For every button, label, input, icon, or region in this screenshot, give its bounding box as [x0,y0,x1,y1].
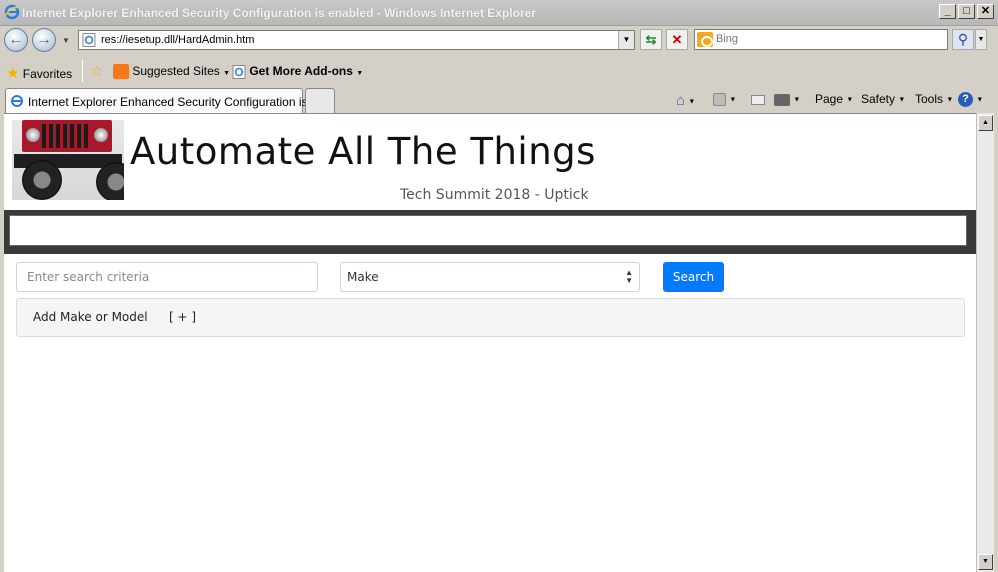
address-dropdown-button[interactable]: ▼ [618,31,634,49]
search-go-button[interactable]: ⚲ [952,29,974,50]
safety-menu[interactable]: Safety ▼ [861,92,905,106]
tab-ie-icon [11,95,23,107]
page-viewport: Automate All The Things Tech Summit 2018… [4,113,976,572]
safety-menu-label: Safety [861,92,896,106]
tab-strip: Internet Explorer Enhanced Security Conf… [0,86,998,113]
select-arrows-icon: ▲ ▼ [625,268,633,285]
suggested-sites-label: Suggested Sites [132,64,220,78]
close-button[interactable]: ✕ [977,4,994,19]
search-button[interactable]: Search [663,262,724,292]
add-favorite-icon: ☆ [90,63,104,80]
back-arrow-icon: ← [8,31,24,48]
ie-logo-icon [4,4,20,20]
jeep-wheel-right [96,162,124,200]
page-menu[interactable]: Page ▼ [815,92,853,106]
jeep-wheel-left [22,160,62,200]
make-select[interactable]: Make ▲ ▼ [340,262,640,292]
make-select-value: Make [347,270,379,284]
bing-search-box[interactable] [694,29,948,50]
favorites-button[interactable]: ★ Favorites [6,64,72,82]
maximize-button[interactable]: □ [958,4,975,19]
home-icon: ⌂ [676,92,686,109]
tab-active[interactable]: Internet Explorer Enhanced Security Conf… [5,88,321,113]
window-title-bar[interactable]: Internet Explorer Enhanced Security Conf… [0,0,998,26]
add-make-model-toggle[interactable]: [ + ] [169,310,196,324]
bing-search-input[interactable] [716,33,936,45]
jeep-headlight-left [26,128,40,142]
forward-arrow-icon: → [36,31,52,48]
refresh-icon: ⇆ [645,32,657,47]
print-button[interactable]: ▼ [774,92,800,106]
window-title: Internet Explorer Enhanced Security Conf… [22,6,536,20]
suggested-sites-icon [113,64,129,80]
help-icon: ? [958,92,973,108]
site-title: Automate All The Things [130,130,596,173]
magnifier-icon: ⚲ [957,31,969,47]
get-addons-button[interactable]: Get More Add-ons ▼ [232,64,363,79]
jeep-headlight-right [94,128,108,142]
stop-button[interactable]: ✕ [666,29,688,50]
favorites-separator [82,60,83,82]
forward-button[interactable]: → [32,28,56,52]
search-criteria-input[interactable] [16,262,318,292]
address-field[interactable]: res://iesetup.dll/HardAdmin.htm ▼ [78,30,635,50]
printer-icon [774,93,790,106]
help-button[interactable]: ? ▼ [958,92,983,108]
tools-menu[interactable]: Tools ▼ [915,92,953,106]
tools-menu-label: Tools [915,92,944,106]
header-banner [4,210,976,254]
favorites-bar: ★ Favorites ☆ Suggested Sites ▼ Get More… [0,56,998,86]
addons-page-icon [232,64,246,79]
recent-pages-dropdown[interactable]: ▼ [62,36,70,45]
banner-inner [9,215,967,246]
site-subtitle: Tech Summit 2018 - Uptick [400,187,589,203]
jeep-hero-image [12,120,124,200]
feeds-button[interactable]: ▼ [713,92,736,107]
ie-page-icon [82,33,96,47]
minimize-button[interactable]: _ [939,4,956,19]
favorites-star-icon: ★ [6,65,20,82]
scroll-down-button[interactable]: ▼ [978,554,993,570]
add-make-model-label: Add Make or Model [33,310,148,324]
mail-icon [751,94,765,105]
search-options-dropdown[interactable]: ▼ [975,29,987,50]
suggested-sites-button[interactable]: Suggested Sites ▼ [113,64,230,80]
add-make-model-panel: Add Make or Model [ + ] [16,298,965,337]
address-url: res://iesetup.dll/HardAdmin.htm [101,34,255,46]
refresh-button[interactable]: ⇆ [640,29,662,50]
favorites-label: Favorites [22,67,73,81]
scroll-up-button[interactable]: ▲ [978,115,993,131]
stop-icon: ✕ [671,32,683,47]
home-button[interactable]: ⌂ ▼ [676,92,695,109]
new-tab-button[interactable] [305,88,335,113]
add-to-favorites-bar-button[interactable]: ☆ [90,62,103,80]
jeep-grille [42,124,90,148]
read-mail-button[interactable] [751,92,765,106]
vertical-scrollbar[interactable]: ▲ ▼ [976,113,994,572]
rss-icon [713,93,726,107]
back-button[interactable]: ← [4,28,28,52]
addons-label: Get More Add-ons [249,64,353,78]
page-menu-label: Page [815,92,844,106]
tab-label: Internet Explorer Enhanced Security Conf… [28,95,321,109]
address-toolbar: ← → ▼ res://iesetup.dll/HardAdmin.htm ▼ … [0,26,998,56]
bing-icon [697,32,713,47]
